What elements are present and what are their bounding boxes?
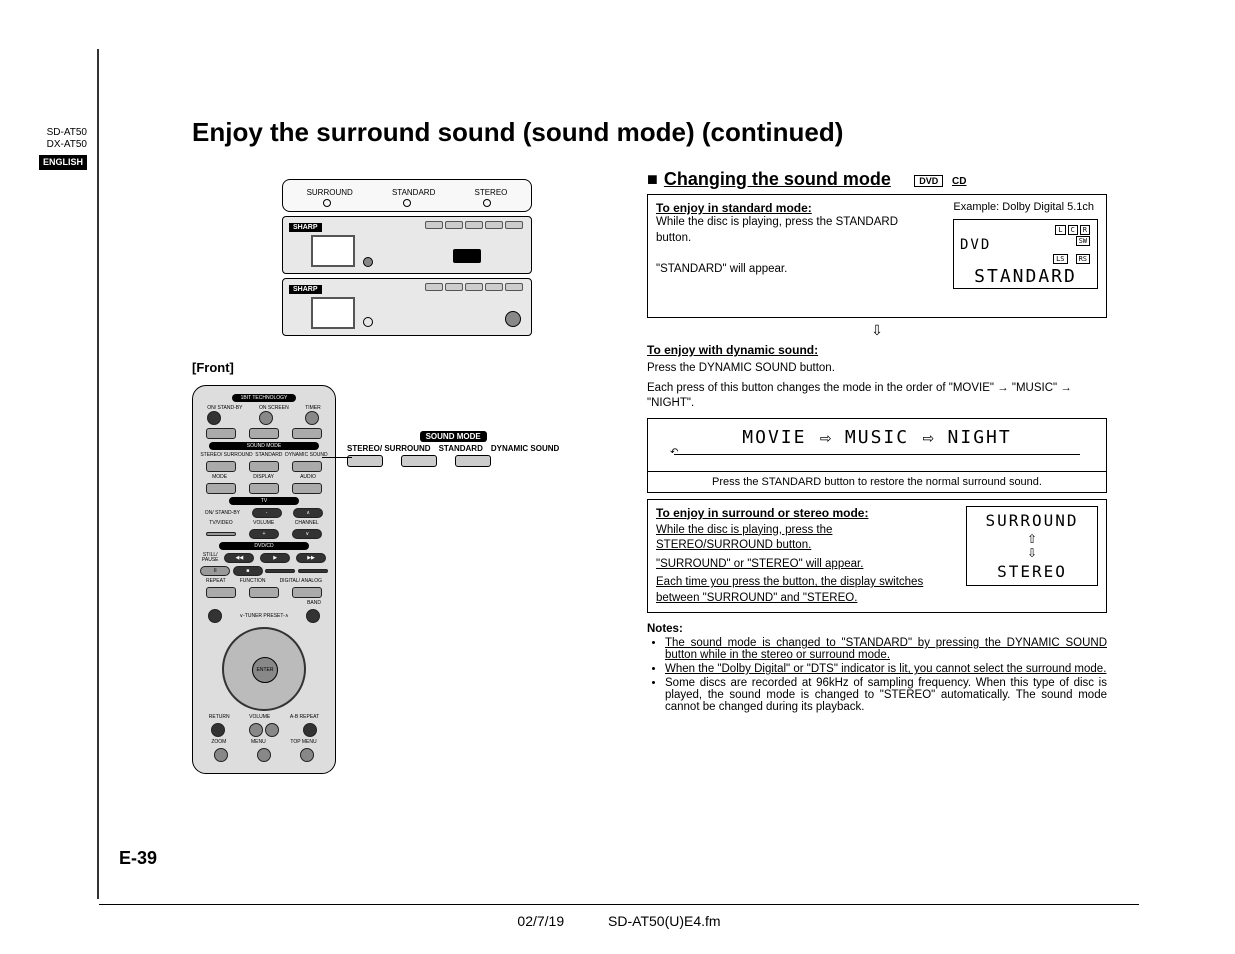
callout-header: SOUND MODE — [420, 431, 487, 442]
remote-control-illustration: 1BIT TECHNOLOGY ON/ STAND-BY ON SCREEN T… — [192, 385, 336, 774]
dynamic-line1: Press the DYNAMIC SOUND button. — [647, 361, 1107, 377]
remote-brand: 1BIT TECHNOLOGY — [232, 394, 296, 402]
page-title: Enjoy the surround sound (sound mode) (c… — [192, 117, 843, 148]
language-badge: ENGLISH — [39, 155, 87, 170]
dvd-logo-icon — [453, 249, 481, 263]
display-icon — [311, 235, 355, 267]
page-number: E-39 — [119, 848, 157, 869]
notes-section: Notes: The sound mode is changed to "STA… — [647, 623, 1107, 713]
note-1: The sound mode is changed to "STANDARD" … — [665, 637, 1107, 661]
knob-icon — [363, 257, 373, 267]
example-label: Example: Dolby Digital 5.1ch — [953, 201, 1094, 213]
dot-icon — [403, 199, 411, 207]
enter-button-icon: ENTER — [252, 657, 278, 683]
surround-line1: While the disc is playing, press the STE… — [656, 523, 936, 554]
model-number-2: DX-AT50 — [15, 139, 87, 151]
right-arrow-icon: ⇨ — [922, 430, 934, 447]
illustration-column: SURROUND STANDARD STEREO SHARP SHARP — [192, 179, 622, 805]
section-title: Changing the sound mode — [664, 169, 891, 189]
manual-page: SD-AT50 DX-AT50 ENGLISH Enjoy the surrou… — [97, 49, 1139, 899]
mode-cycle-diagram: MOVIE ⇨ MUSIC ⇨ NIGHT — [647, 418, 1107, 472]
standard-mode-box: To enjoy in standard mode: Example: Dolb… — [647, 194, 1107, 318]
instruction-column: ■ Changing the sound mode DVD CD To enjoy… — [647, 169, 1107, 715]
surround-stereo-box: To enjoy in surround or stereo mode: Whi… — [647, 499, 1107, 614]
callout-dynamic-sound: DYNAMIC SOUND — [491, 444, 559, 453]
down-arrow-icon: ⇩ — [647, 318, 1107, 343]
cd-badge: CD — [952, 176, 966, 187]
note-3: Some discs are recorded at 96kHz of samp… — [665, 677, 1107, 713]
mode-movie: MOVIE — [742, 427, 806, 448]
section-heading-row: ■ Changing the sound mode DVD CD — [647, 169, 1107, 190]
restore-note: Press the STANDARD button to restore the… — [647, 472, 1107, 493]
standard-line1: While the disc is playing, press the STA… — [656, 216, 898, 244]
lcd-dvd: DVD — [960, 237, 991, 253]
mode-music: MUSIC — [845, 427, 909, 448]
label-standard: STANDARD — [392, 188, 435, 197]
model-number-1: SD-AT50 — [15, 127, 87, 139]
surround-line3: Each time you press the button, the disp… — [656, 575, 936, 606]
front-label: [Front] — [192, 360, 622, 375]
leader-line — [322, 457, 352, 459]
dynamic-sound-section: To enjoy with dynamic sound: Press the D… — [647, 343, 1107, 493]
square-bullet-icon: ■ — [647, 169, 658, 190]
dvd-unit-illustration: SHARP — [282, 216, 532, 274]
note-2: When the "Dolby Digital" or "DTS" indica… — [665, 663, 1107, 675]
sound-mode-bar: SOUND MODE — [209, 442, 319, 450]
footer-date: 02/7/19 — [517, 913, 564, 929]
brand-label: SHARP — [289, 223, 322, 232]
lcd-surround: SURROUND — [967, 511, 1097, 530]
footer-filename: SD-AT50(U)E4.fm — [608, 913, 721, 929]
display-icon — [311, 297, 355, 329]
dot-icon — [323, 199, 331, 207]
label-surround: SURROUND — [307, 188, 353, 197]
mode-night: NIGHT — [948, 427, 1012, 448]
surround-line2: "SURROUND" or "STEREO" will appear. — [656, 557, 936, 573]
callout-stereo-surround: STEREO/ SURROUND — [347, 444, 431, 453]
button-strip: SURROUND STANDARD STEREO — [282, 179, 532, 212]
lcd-stereo: STEREO — [967, 562, 1097, 581]
sidebar: SD-AT50 DX-AT50 ENGLISH — [15, 127, 87, 170]
sound-mode-callout: SOUND MODE STEREO/ SURROUND STANDARD DYN… — [347, 431, 559, 467]
knob-icon — [505, 311, 521, 327]
callout-standard: STANDARD — [439, 444, 483, 453]
lcd-display-standard: LCR DVD SW LS RS STANDARD — [953, 219, 1098, 289]
amp-unit-illustration: SHARP — [282, 278, 532, 336]
cycle-return-line — [674, 454, 1080, 465]
system-illustration: SURROUND STANDARD STEREO SHARP SHARP — [282, 179, 532, 336]
dpad-icon: ENTER — [222, 627, 306, 711]
right-arrow-icon: ⇨ — [820, 430, 832, 447]
power-button-icon — [207, 411, 221, 425]
notes-heading: Notes: — [647, 623, 683, 635]
up-down-arrow-icon: ⇧⇩ — [967, 532, 1097, 560]
dynamic-heading: To enjoy with dynamic sound: — [647, 343, 1107, 357]
label-stereo: STEREO — [475, 188, 508, 197]
page-footer: 02/7/19 SD-AT50(U)E4.fm — [99, 904, 1139, 929]
lcd-standard-text: STANDARD — [954, 266, 1097, 287]
lcd-surround-stereo: SURROUND ⇧⇩ STEREO — [966, 506, 1098, 586]
knob-icon — [363, 317, 373, 327]
brand-label: SHARP — [289, 285, 322, 294]
dot-icon — [483, 199, 491, 207]
standard-line2: "STANDARD" will appear. — [656, 263, 787, 275]
remote-illustration-area: 1BIT TECHNOLOGY ON/ STAND-BY ON SCREEN T… — [192, 385, 572, 805]
dvd-badge: DVD — [914, 175, 943, 187]
